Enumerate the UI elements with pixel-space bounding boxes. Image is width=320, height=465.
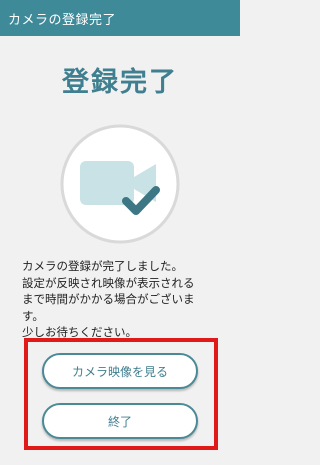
page-title: 登録完了 bbox=[62, 67, 178, 98]
message-line: まで時間がかかる場合がございま bbox=[22, 292, 195, 306]
message-line: 設定が反映され映像が表示される bbox=[22, 275, 195, 290]
message-line: カメラの登録が完了しました。 bbox=[22, 259, 183, 273]
header-title: カメラの登録完了 bbox=[8, 12, 117, 28]
completion-message: カメラの登録が完了しました。 設定が反映され映像が表示される まで時間がかかる場… bbox=[22, 258, 234, 341]
app-header: カメラの登録完了 bbox=[0, 0, 240, 36]
message-line: す。 bbox=[22, 308, 44, 323]
finish-button[interactable]: 終了 bbox=[42, 403, 198, 439]
camera-check-icon bbox=[60, 124, 180, 244]
view-camera-button[interactable]: カメラ映像を見る bbox=[42, 353, 198, 389]
